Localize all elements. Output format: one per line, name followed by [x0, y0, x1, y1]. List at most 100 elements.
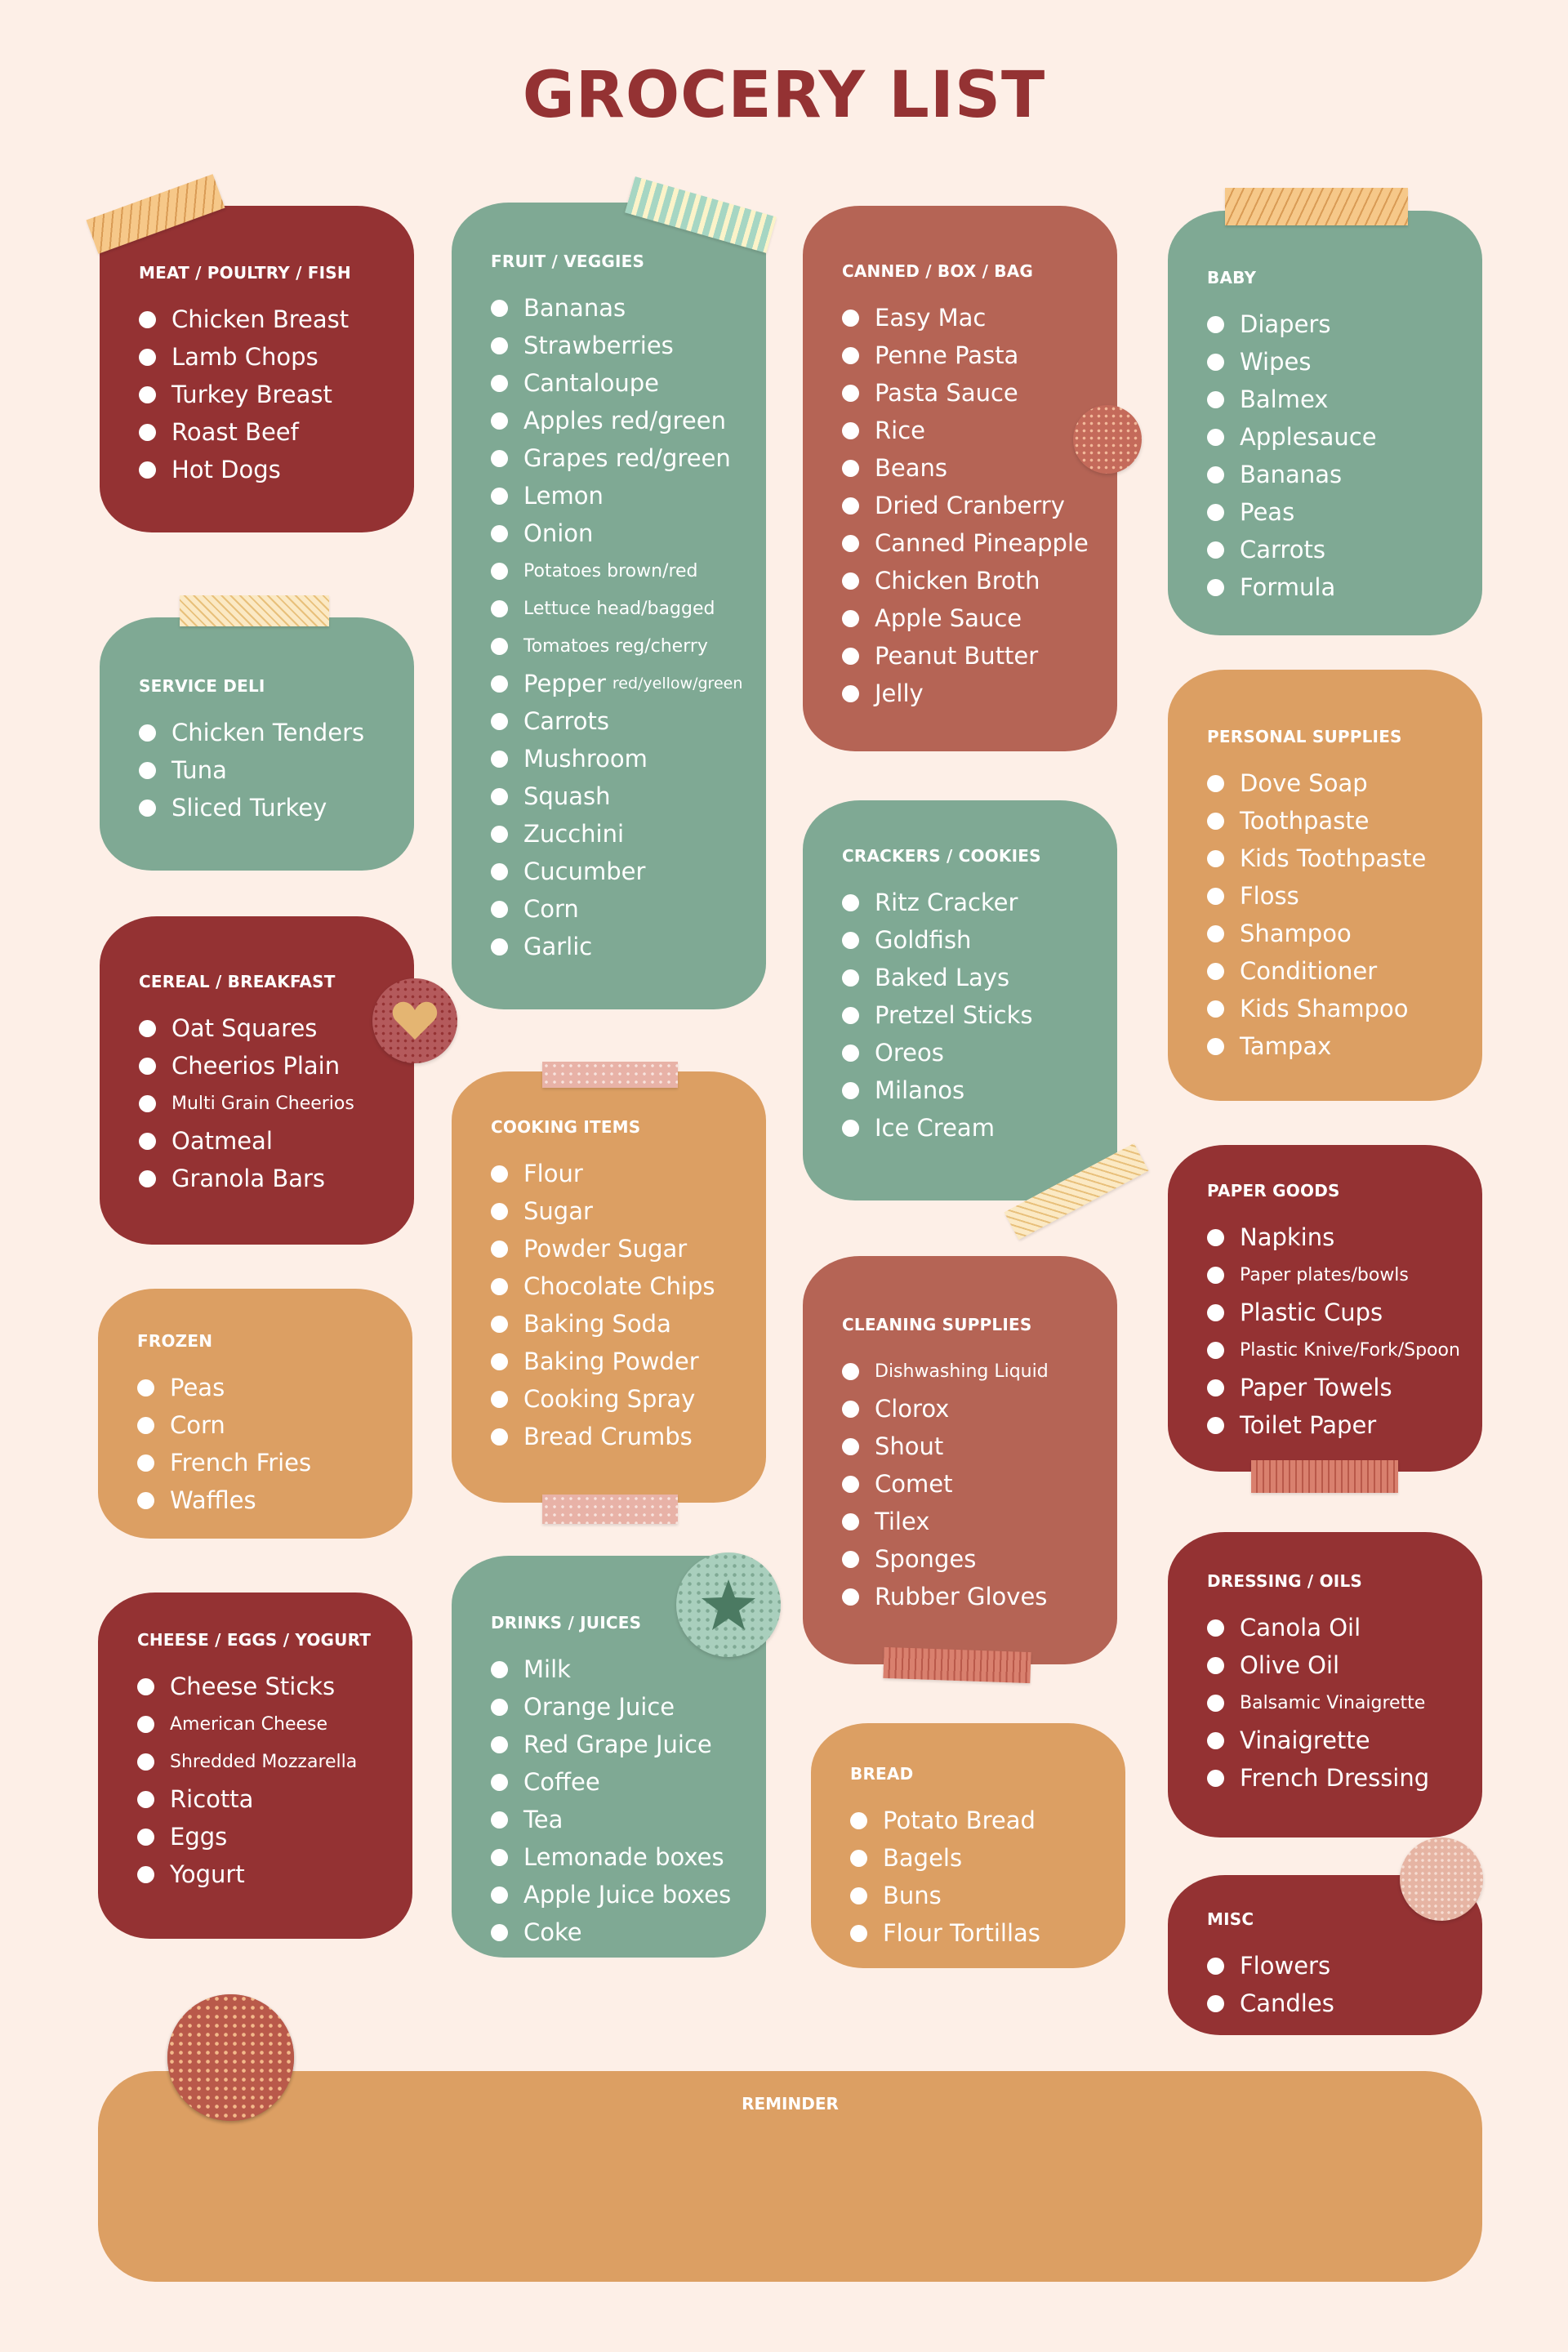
list-item[interactable]: Chicken Tenders	[139, 714, 381, 751]
list-item[interactable]: Comet	[842, 1465, 1085, 1503]
list-item[interactable]: Paper Towels	[1207, 1369, 1450, 1406]
list-item[interactable]: Cheese Sticks	[137, 1668, 380, 1705]
list-item[interactable]: Goldfish	[842, 921, 1085, 959]
list-item[interactable]: Diapers	[1207, 305, 1450, 343]
list-item[interactable]: Dried Cranberry	[842, 487, 1085, 524]
list-item[interactable]: Canned Pineapple	[842, 524, 1089, 562]
list-item[interactable]: Balmex	[1207, 381, 1450, 418]
list-item[interactable]: Lemon	[491, 477, 733, 514]
list-item[interactable]: Candles	[1207, 1984, 1450, 2022]
list-item[interactable]: Wipes	[1207, 343, 1450, 381]
list-item[interactable]: Conditioner	[1207, 952, 1450, 990]
list-item[interactable]: Onion	[491, 514, 733, 552]
list-item[interactable]: Corn	[491, 890, 733, 928]
list-item[interactable]: Cantaloupe	[491, 364, 733, 402]
list-item[interactable]: Eggs	[137, 1818, 380, 1855]
list-item[interactable]: Oreos	[842, 1034, 1085, 1071]
list-item[interactable]: Roast Beef	[139, 413, 381, 451]
list-item[interactable]: Peas	[1207, 493, 1450, 531]
list-item[interactable]: Milk	[491, 1650, 733, 1688]
list-item[interactable]: Tuna	[139, 751, 381, 789]
list-item[interactable]: Toilet Paper	[1207, 1406, 1450, 1444]
list-item[interactable]: American Cheese	[137, 1705, 380, 1743]
list-item[interactable]: Multi Grain Cheerios	[139, 1085, 381, 1122]
list-item[interactable]: Lamb Chops	[139, 338, 381, 376]
list-item[interactable]: Garlic	[491, 928, 733, 965]
list-item[interactable]: Carrots	[491, 702, 733, 740]
list-item[interactable]: Pretzel Sticks	[842, 996, 1085, 1034]
list-item[interactable]: Chicken Breast	[139, 301, 381, 338]
list-item[interactable]: Baked Lays	[842, 959, 1085, 996]
list-item[interactable]: Kids Toothpaste	[1207, 840, 1450, 877]
list-item[interactable]: Squash	[491, 777, 733, 815]
list-item[interactable]: Orange Juice	[491, 1688, 733, 1726]
list-item[interactable]: Chicken Broth	[842, 562, 1085, 599]
list-item[interactable]: Floss	[1207, 877, 1450, 915]
list-item[interactable]: Milanos	[842, 1071, 1085, 1109]
list-item[interactable]: Shredded Mozzarella	[137, 1743, 380, 1780]
list-item[interactable]: Waffles	[137, 1481, 380, 1519]
list-item[interactable]: Coke	[491, 1913, 733, 1951]
list-item[interactable]: Cheerios Plain	[139, 1047, 381, 1085]
list-item[interactable]: Formula	[1207, 568, 1450, 606]
list-item[interactable]: French Fries	[137, 1444, 380, 1481]
list-item[interactable]: Sponges	[842, 1540, 1085, 1578]
list-item[interactable]: Bagels	[850, 1839, 1093, 1877]
list-item[interactable]: Flour Tortillas	[850, 1914, 1093, 1952]
list-item[interactable]: Ricotta	[137, 1780, 380, 1818]
list-item[interactable]: French Dressing	[1207, 1759, 1450, 1797]
list-item[interactable]: Yogurt	[137, 1855, 380, 1893]
list-item[interactable]: Tilex	[842, 1503, 1085, 1540]
list-item[interactable]: Turkey Breast	[139, 376, 381, 413]
list-item[interactable]: Oatmeal	[139, 1122, 381, 1160]
list-item[interactable]: Ritz Cracker	[842, 884, 1085, 921]
list-item[interactable]: Ice Cream	[842, 1109, 1085, 1147]
list-item[interactable]: Jelly	[842, 675, 1085, 712]
list-item[interactable]: Coffee	[491, 1763, 733, 1801]
list-item[interactable]: Plastic Cups	[1207, 1294, 1450, 1331]
list-item[interactable]: Clorox	[842, 1390, 1085, 1428]
list-item[interactable]: Vinaigrette	[1207, 1722, 1450, 1759]
list-item[interactable]: Granola Bars	[139, 1160, 381, 1197]
list-item[interactable]: Powder Sugar	[491, 1230, 733, 1267]
list-item[interactable]: Tea	[491, 1801, 733, 1838]
list-item[interactable]: Cucumber	[491, 853, 733, 890]
list-item[interactable]: Shampoo	[1207, 915, 1450, 952]
list-item[interactable]: Plastic Knive/Fork/Spoon	[1207, 1331, 1460, 1369]
list-item[interactable]: Applesauce	[1207, 418, 1450, 456]
reminder-box[interactable]: REMINDER	[98, 2071, 1482, 2282]
list-item[interactable]: Dishwashing Liquid	[842, 1352, 1085, 1390]
list-item[interactable]: Tampax	[1207, 1027, 1450, 1065]
list-item[interactable]: Balsamic Vinaigrette	[1207, 1684, 1450, 1722]
list-item[interactable]: Kids Shampoo	[1207, 990, 1450, 1027]
list-item[interactable]: Beans	[842, 449, 1085, 487]
list-item[interactable]: Sliced Turkey	[139, 789, 381, 826]
list-item[interactable]: Peas	[137, 1369, 380, 1406]
list-item[interactable]: Apple Juice boxes	[491, 1876, 733, 1913]
list-item[interactable]: Sugar	[491, 1192, 733, 1230]
list-item[interactable]: Canola Oil	[1207, 1609, 1450, 1646]
list-item[interactable]: Pepper red/yellow/green	[491, 665, 742, 702]
list-item[interactable]: Carrots	[1207, 531, 1450, 568]
list-item[interactable]: Corn	[137, 1406, 380, 1444]
list-item[interactable]: Red Grape Juice	[491, 1726, 733, 1763]
list-item[interactable]: Zucchini	[491, 815, 733, 853]
list-item[interactable]: Pasta Sauce	[842, 374, 1085, 412]
list-item[interactable]: Bananas	[491, 289, 733, 327]
list-item[interactable]: Potato Bread	[850, 1802, 1093, 1839]
list-item[interactable]: Strawberries	[491, 327, 733, 364]
list-item[interactable]: Potatoes brown/red	[491, 552, 733, 590]
list-item[interactable]: Flour	[491, 1155, 733, 1192]
list-item[interactable]: Baking Powder	[491, 1343, 733, 1380]
list-item[interactable]: Apple Sauce	[842, 599, 1085, 637]
list-item[interactable]: Toothpaste	[1207, 802, 1450, 840]
list-item[interactable]: Napkins	[1207, 1218, 1450, 1256]
list-item[interactable]: Shout	[842, 1428, 1085, 1465]
list-item[interactable]: Cooking Spray	[491, 1380, 733, 1418]
list-item[interactable]: Easy Mac	[842, 299, 1085, 336]
list-item[interactable]: Mushroom	[491, 740, 733, 777]
list-item[interactable]: Dove Soap	[1207, 764, 1450, 802]
list-item[interactable]: Bread Crumbs	[491, 1418, 733, 1455]
list-item[interactable]: Paper plates/bowls	[1207, 1256, 1450, 1294]
list-item[interactable]: Hot Dogs	[139, 451, 381, 488]
